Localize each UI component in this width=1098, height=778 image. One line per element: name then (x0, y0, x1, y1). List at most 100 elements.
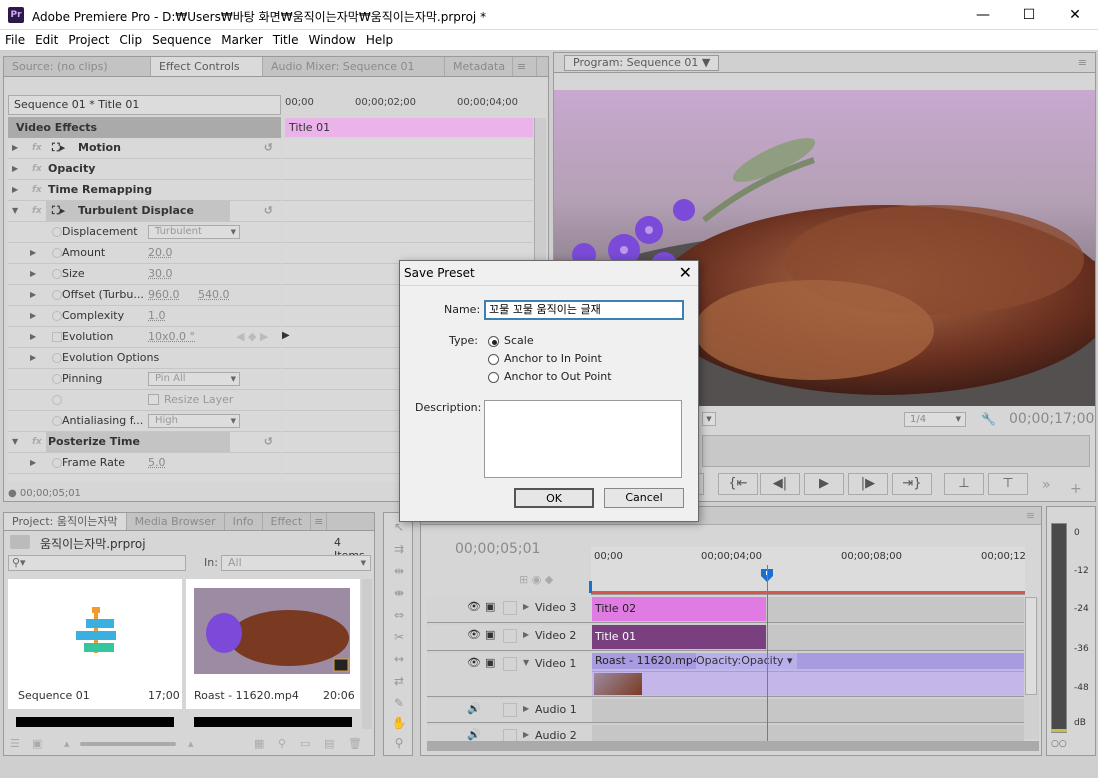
effect-row[interactable]: ▶ Evolution 10x0.0 ° ◀ ◆ ▶ (8, 327, 281, 348)
expand-right-icon[interactable]: ▶ (30, 348, 36, 368)
name-input[interactable]: 꼬물 꼬물 움직이는 글재 (484, 300, 684, 320)
ok-button[interactable]: OK (514, 488, 594, 508)
fx-icon[interactable]: fx (32, 180, 42, 200)
tab-audio-mixer[interactable]: Audio Mixer: Sequence 01 (263, 57, 445, 76)
toggle-output-eye-icon[interactable]: 👁 (467, 628, 481, 641)
sync-lock-icon[interactable]: ▣ (485, 656, 495, 669)
tab-info[interactable]: Info (225, 513, 263, 530)
step-forward-frame-button[interactable]: |▶ (848, 473, 888, 495)
keyframe-nav-icon[interactable]: ◀ ◆ ▶ (236, 327, 268, 347)
effect-dropdown[interactable]: High (148, 414, 240, 428)
new-item-icon[interactable]: ▤ (324, 737, 334, 750)
timeline-clip[interactable]: Roast - 11620.mp4 (592, 653, 1024, 669)
work-area-bar[interactable] (591, 591, 1025, 594)
track-lane[interactable]: Title 02 (592, 597, 1024, 623)
tab-metadata[interactable]: Metadata (445, 57, 513, 76)
stopwatch-icon[interactable] (52, 311, 62, 321)
timeline-clip[interactable]: Title 02 (592, 597, 766, 621)
track-expand-icon[interactable]: ▶ (523, 602, 529, 611)
fx-icon[interactable]: fx (32, 201, 42, 221)
toggle-output-eye-icon[interactable]: 👁 (467, 656, 481, 669)
project-scrollbar[interactable] (362, 579, 372, 729)
radio-scale[interactable] (488, 336, 499, 347)
list-view-icon[interactable]: ☰ (10, 737, 20, 750)
keyframe-marker-icon[interactable]: ▶ (282, 330, 290, 341)
motion-transform-icon[interactable]: ⛶▸ (52, 201, 65, 221)
track-lock-box[interactable] (503, 703, 517, 717)
effect-row[interactable]: Pinning Pin All (8, 369, 281, 390)
track-lane[interactable]: Roast - 11620.mp4 Opacity:Opacity ▾ (592, 653, 1024, 697)
project-search-input[interactable]: ⚲▾ (8, 555, 186, 571)
stopwatch-icon[interactable] (52, 374, 62, 384)
add-button-icon[interactable]: + (1070, 481, 1082, 497)
step-forward-marker-button[interactable]: ⇥} (892, 473, 932, 495)
rate-stretch-tool-icon[interactable]: ⇔ (388, 608, 410, 626)
project-item-sequence[interactable]: Sequence 01 17;00 (8, 579, 182, 709)
tab-project[interactable]: Project: 움직이는자막 (4, 513, 127, 530)
snap-icon[interactable]: ⊞ ◉ ◆ (519, 573, 553, 586)
icon-view-icon[interactable]: ▣ (32, 737, 42, 750)
video-tracks-scrollbar[interactable] (1025, 597, 1037, 695)
expand-right-icon[interactable]: ▶ (30, 327, 36, 347)
effect-row[interactable]: ▶ fx Time Remapping (8, 180, 281, 201)
radio-anchor-in[interactable] (488, 354, 499, 365)
menu-marker[interactable]: Marker (216, 30, 267, 51)
zoom-dropdown-arrow[interactable]: ▼ (702, 412, 716, 426)
opacity-rubberband[interactable] (592, 671, 1024, 672)
stopwatch-icon[interactable] (52, 332, 62, 342)
tab-effect-controls[interactable]: Effect Controls (151, 57, 263, 76)
menu-file[interactable]: File (0, 30, 30, 51)
stopwatch-icon[interactable] (52, 353, 62, 363)
toggle-audio-speaker-icon[interactable]: 🔊 (467, 728, 481, 741)
effect-value[interactable]: 540.0 (198, 285, 230, 305)
track-expand-icon[interactable]: ▶ (523, 730, 529, 739)
effect-row[interactable]: ▶ fx ⛶▸ Motion ↺ (8, 138, 281, 159)
pen-tool-icon[interactable]: ✎ (388, 696, 410, 714)
menu-project[interactable]: Project (63, 30, 114, 51)
menu-edit[interactable]: Edit (30, 30, 63, 51)
effect-dropdown[interactable]: Turbulent (148, 225, 240, 239)
fx-icon[interactable]: fx (32, 159, 42, 179)
expand-right-icon[interactable]: ▶ (30, 306, 36, 326)
effect-row[interactable]: ▶ Evolution Options (8, 348, 281, 369)
timeline-timecode[interactable]: 00;00;05;01 (455, 541, 540, 557)
effect-row[interactable]: ▶ Size 30.0 (8, 264, 281, 285)
maximize-button[interactable]: ☐ (1006, 0, 1052, 30)
expand-right-icon[interactable]: ▶ (30, 243, 36, 263)
stopwatch-icon[interactable] (52, 248, 62, 258)
stopwatch-icon[interactable] (52, 227, 62, 237)
expand-right-icon[interactable]: ▶ (12, 138, 18, 158)
track-header[interactable]: 👁 ▣ ▶ Video 3 (427, 597, 592, 623)
zoom-in-icon[interactable]: ▴ (188, 737, 194, 750)
effect-row[interactable]: ▼ fx Posterize Time ↺ (8, 432, 281, 453)
zoom-slider[interactable] (80, 742, 176, 746)
timeline-ruler[interactable]: 00;00 00;00;04;00 00;00;08;00 00;00;12 (589, 547, 1026, 595)
track-header[interactable]: 👁 ▣ ▼ Video 1 (427, 653, 592, 697)
clip-body[interactable] (592, 669, 1024, 695)
menu-window[interactable]: Window (303, 30, 360, 51)
effect-value[interactable]: 5.0 (148, 453, 166, 473)
track-lock-box[interactable] (503, 629, 517, 643)
expand-right-icon[interactable]: ▶ (12, 180, 18, 200)
rolling-edit-tool-icon[interactable]: ⇼ (388, 586, 410, 604)
expand-down-icon[interactable]: ▼ (12, 201, 18, 221)
track-expand-icon[interactable]: ▶ (523, 704, 529, 713)
slide-tool-icon[interactable]: ⇄ (388, 674, 410, 692)
tab-effects[interactable]: Effect (263, 513, 312, 530)
stopwatch-icon[interactable] (52, 290, 62, 300)
hand-tool-icon[interactable]: ✋ (388, 716, 410, 734)
effect-row[interactable]: Antialiasing f... High (8, 411, 281, 432)
effect-value[interactable]: 960.0 (148, 285, 180, 305)
dialog-close-button[interactable]: ✕ (679, 263, 692, 282)
radio-anchor-out[interactable] (488, 372, 499, 383)
wrench-icon[interactable]: 🔧 (981, 412, 996, 426)
motion-transform-icon[interactable]: ⛶▸ (52, 138, 65, 158)
track-header[interactable]: 👁 ▣ ▶ Video 2 (427, 625, 592, 651)
tab-source[interactable]: Source: (no clips) (4, 57, 151, 76)
timeline-menu-icon[interactable]: ≡ (1026, 509, 1035, 522)
toggle-output-eye-icon[interactable]: 👁 (467, 600, 481, 613)
selection-tool-icon[interactable]: ↖ (388, 520, 410, 538)
in-point-marker[interactable] (589, 581, 592, 593)
stopwatch-icon[interactable] (52, 416, 62, 426)
razor-tool-icon[interactable]: ✂ (388, 630, 410, 648)
